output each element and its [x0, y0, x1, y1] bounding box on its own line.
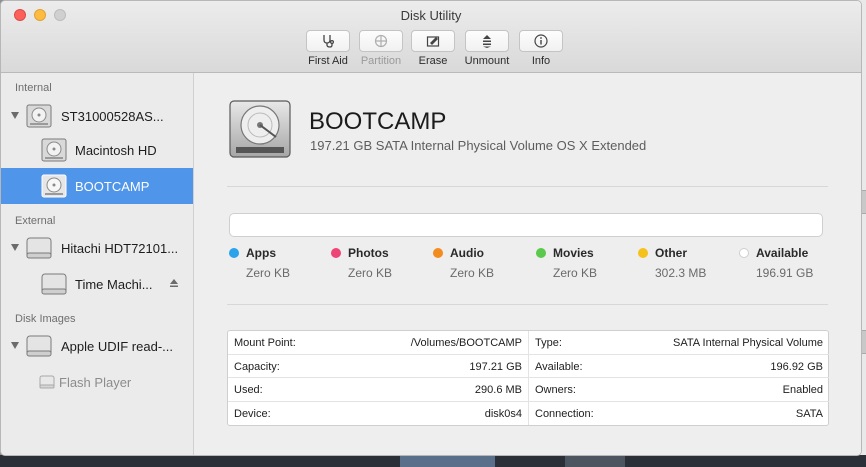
info-value: 197.21 GB — [469, 360, 522, 373]
usage-bar — [229, 213, 823, 237]
table-row: Mount Point: /Volumes/BOOTCAMP — [228, 331, 528, 355]
sidebar-item-label: Hitachi HDT72101... — [61, 241, 179, 256]
sidebar-item-macintosh-hd[interactable]: Macintosh HD — [1, 132, 193, 168]
divider — [227, 304, 828, 305]
disclosure-triangle-icon[interactable] — [11, 244, 19, 251]
main-panel: BOOTCAMP 197.21 GB SATA Internal Physica… — [194, 73, 861, 455]
info-key: Connection: — [535, 407, 594, 420]
info-column-left: Mount Point: /Volumes/BOOTCAMP Capacity:… — [228, 331, 528, 425]
background-desktop-bottom — [0, 455, 866, 467]
disclosure-triangle-icon[interactable] — [11, 112, 19, 119]
volume-icon — [41, 174, 67, 198]
section-header-disk-images: Disk Images — [15, 313, 76, 325]
sidebar-item-label: ST31000528AS... — [61, 109, 164, 124]
info-value: 290.6 MB — [474, 384, 522, 396]
info-value: disk0s4 — [484, 407, 522, 420]
movies-color-dot — [536, 248, 546, 258]
table-row: Available: 196.92 GB — [529, 355, 829, 378]
info-button[interactable]: Info — [501, 30, 581, 67]
info-icon — [534, 34, 548, 48]
info-value: Enabled — [782, 384, 823, 396]
sidebar-item-label: Apple UDIF read-... — [61, 339, 173, 354]
available-color-dot — [739, 248, 749, 258]
sidebar-item-hitachi[interactable]: Hitachi HDT72101... — [1, 230, 193, 266]
info-label: Info — [531, 55, 551, 67]
legend-name: Audio — [450, 246, 484, 260]
sidebar-item-bootcamp[interactable]: BOOTCAMP — [1, 168, 193, 204]
volume-icon — [41, 138, 67, 162]
window-title: Disk Utility — [400, 8, 462, 23]
section-header-internal: Internal — [15, 82, 52, 94]
info-key: Type: — [535, 337, 562, 349]
disclosure-triangle-icon[interactable] — [11, 342, 19, 349]
background-fragment — [400, 455, 495, 467]
table-row: Used: 290.6 MB — [228, 378, 528, 402]
info-table: Mount Point: /Volumes/BOOTCAMP Capacity:… — [227, 330, 829, 426]
disk-image-icon — [26, 335, 52, 357]
table-row: Type: SATA Internal Physical Volume — [529, 331, 829, 355]
sidebar-item-apple-udif[interactable]: Apple UDIF read-... — [1, 328, 193, 364]
legend-value: Zero KB — [348, 266, 393, 280]
photos-color-dot — [331, 248, 341, 258]
eject-icon[interactable] — [169, 278, 179, 288]
table-row: Connection: SATA — [529, 402, 829, 426]
partition-icon — [374, 34, 388, 48]
sidebar-item-time-machine[interactable]: Time Machi... — [1, 266, 193, 302]
info-key: Used: — [234, 384, 263, 396]
external-volume-icon — [41, 273, 67, 295]
info-value: SATA Internal Physical Volume — [673, 337, 823, 349]
sidebar-item-label: BOOTCAMP — [75, 179, 150, 194]
legend-value: 302.3 MB — [655, 266, 707, 280]
apps-color-dot — [229, 248, 239, 258]
volume-name: BOOTCAMP — [309, 108, 447, 135]
info-value: 196.92 GB — [770, 360, 823, 373]
external-disk-icon — [26, 237, 52, 259]
disk-utility-window: Disk Utility First Aid Partition Erase U… — [0, 0, 862, 456]
legend-value: Zero KB — [246, 266, 291, 280]
other-color-dot — [638, 248, 648, 258]
stethoscope-icon — [323, 35, 335, 48]
info-value: SATA — [795, 407, 823, 420]
legend-value: 196.91 GB — [756, 266, 814, 280]
table-row: Owners: Enabled — [529, 378, 829, 402]
audio-color-dot — [433, 248, 443, 258]
divider — [227, 186, 828, 187]
small-volume-icon — [39, 375, 55, 389]
legend-name: Available — [756, 246, 809, 260]
background-fragment — [565, 455, 625, 467]
title-bar: Disk Utility First Aid Partition Erase U… — [1, 1, 861, 73]
sidebar-item-flash-player[interactable]: Flash Player — [1, 364, 193, 400]
sidebar-item-label: Flash Player — [59, 375, 132, 390]
internal-disk-icon — [26, 104, 52, 128]
legend-name: Apps — [246, 246, 276, 260]
info-column-right: Type: SATA Internal Physical Volume Avai… — [529, 331, 829, 425]
erase-icon — [426, 36, 440, 47]
info-value: /Volumes/BOOTCAMP — [410, 337, 522, 349]
info-key: Available: — [535, 360, 583, 373]
legend-value: Zero KB — [553, 266, 598, 280]
table-row: Capacity: 197.21 GB — [228, 355, 528, 378]
info-key: Capacity: — [234, 360, 280, 373]
section-header-external: External — [15, 215, 56, 227]
legend-value: Zero KB — [450, 266, 495, 280]
volume-description: 197.21 GB SATA Internal Physical Volume … — [310, 138, 647, 153]
sidebar-item-st31000528as[interactable]: ST31000528AS... — [1, 98, 193, 134]
info-key: Owners: — [535, 384, 576, 396]
info-key: Device: — [234, 407, 271, 420]
sidebar-item-label: Macintosh HD — [75, 143, 157, 158]
unmount-icon — [483, 35, 491, 48]
info-key: Mount Point: — [234, 337, 296, 349]
volume-large-icon — [229, 100, 291, 158]
legend-name: Other — [655, 246, 688, 260]
legend-name: Photos — [348, 246, 389, 260]
sidebar-item-label: Time Machi... — [75, 277, 153, 292]
sidebar: Internal ST31000528AS... Macintosh HD BO… — [1, 73, 194, 455]
table-row: Device: disk0s4 — [228, 402, 528, 426]
info-button-frame[interactable] — [519, 30, 563, 52]
legend-name: Movies — [553, 246, 594, 260]
